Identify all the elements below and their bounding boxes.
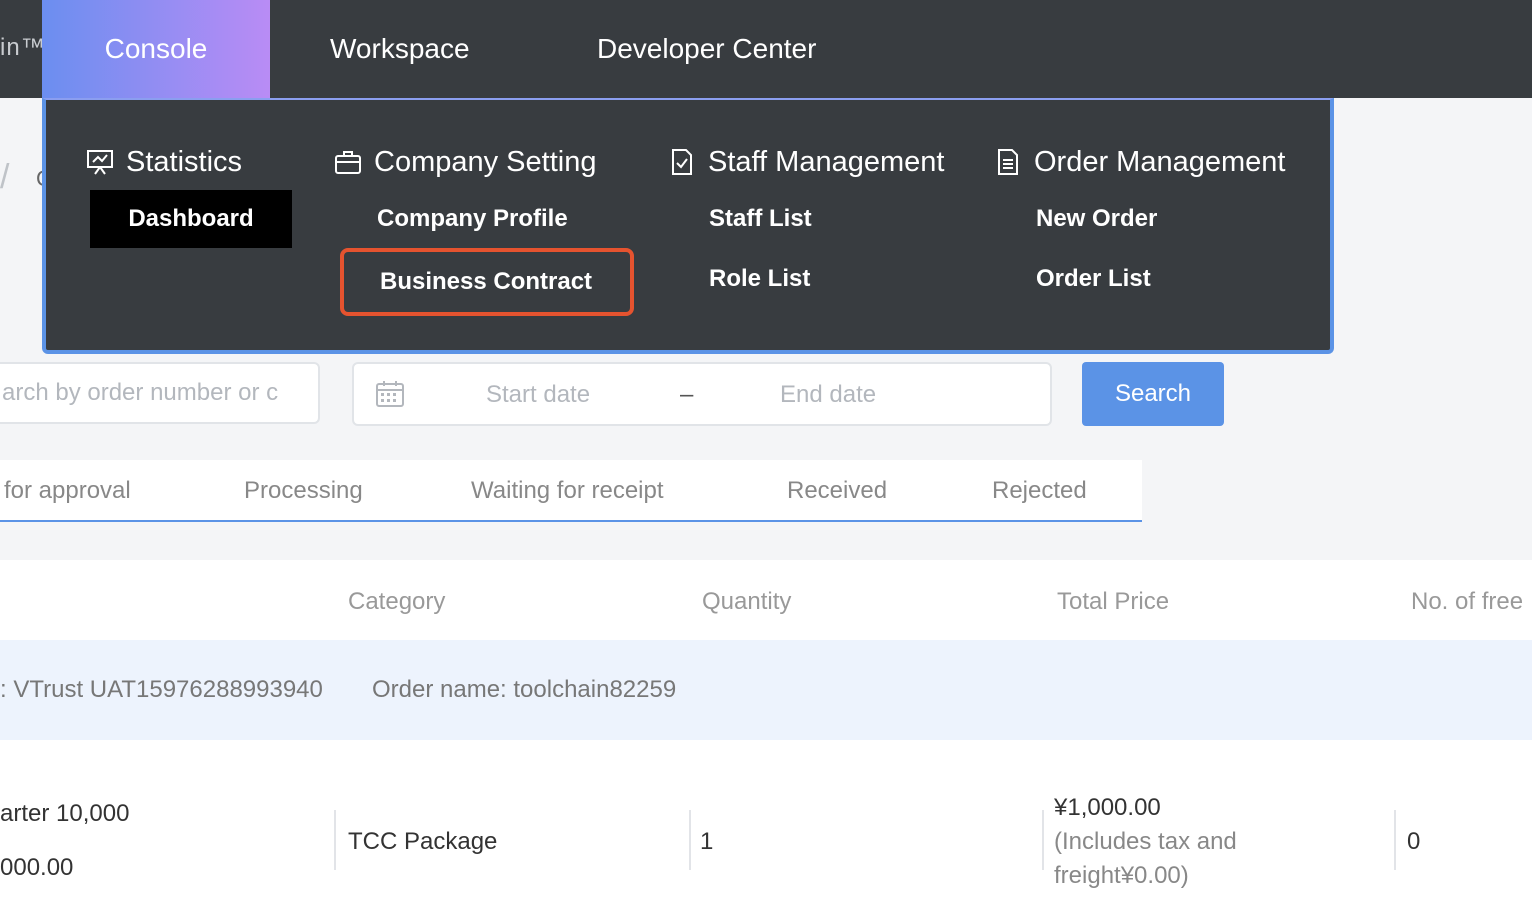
menu-link-new-order[interactable]: New Order [1036, 190, 1157, 248]
nav-workspace[interactable]: Workspace [330, 0, 470, 98]
search-button[interactable]: Search [1082, 362, 1224, 426]
nav-console[interactable]: Console [42, 0, 270, 98]
free-count-cell: 0 [1407, 828, 1421, 855]
quantity-cell: 1 [700, 828, 714, 855]
order-status-tabs: for approval Processing Waiting for rece… [0, 460, 1142, 522]
menu-link-company-profile[interactable]: Company Profile [377, 190, 568, 248]
company-name: : VTrust UAT15976288993940 [0, 676, 323, 703]
tab-rejected[interactable]: Rejected [992, 477, 1087, 505]
menu-link-order-list[interactable]: Order List [1036, 250, 1151, 308]
calendar-icon [376, 381, 404, 407]
tab-received[interactable]: Received [787, 477, 887, 505]
menu-heading-statistics: Statistics [86, 142, 242, 182]
order-table: Category Quantity Total Price No. of fre… [0, 560, 1532, 912]
nav-developer-center[interactable]: Developer Center [597, 0, 816, 98]
document-icon [998, 149, 1018, 175]
menu-heading-staff-management: Staff Management [668, 142, 944, 182]
date-range-picker[interactable]: Start date – End date [352, 362, 1052, 426]
header-category: Category [348, 588, 446, 615]
checklist-icon [672, 149, 692, 175]
column-divider [334, 810, 336, 870]
header-quantity: Quantity [702, 588, 792, 615]
date-range-dash: – [680, 381, 694, 408]
menu-column-statistics: Statistics [86, 142, 242, 182]
price-note-line2: freight¥0.00) [1054, 862, 1189, 889]
header-free-count: No. of free [1411, 588, 1524, 615]
menu-column-company-setting: Company Setting [334, 142, 596, 182]
menu-column-order-management: Order Management [994, 142, 1285, 182]
price-note-line1: (Includes tax and [1054, 828, 1237, 855]
logo[interactable]: in™ [0, 34, 46, 62]
search-input[interactable]: arch by order number or c [0, 362, 320, 424]
start-date-field[interactable]: Start date [486, 381, 590, 409]
breadcrumb-separator: / [0, 158, 10, 196]
end-date-field[interactable]: End date [780, 381, 876, 409]
menu-heading-company-setting: Company Setting [334, 142, 596, 182]
presentation-icon [87, 150, 113, 175]
console-mega-menu: Statistics Dashboard Company Setting Com… [42, 98, 1334, 354]
order-name: Order name: toolchain82259 [372, 676, 677, 703]
column-divider [1394, 810, 1396, 870]
header-total-price: Total Price [1057, 588, 1170, 615]
menu-link-staff-list[interactable]: Staff List [709, 190, 812, 248]
total-price-cell: ¥1,000.00 [1054, 794, 1161, 821]
column-divider [1042, 810, 1044, 870]
top-navigation-bar: in™ Console Workspace Developer Center [0, 0, 1532, 98]
briefcase-icon [335, 151, 361, 174]
tab-processing[interactable]: Processing [244, 477, 363, 505]
menu-link-role-list[interactable]: Role List [709, 250, 810, 308]
order-group-row: : VTrust UAT15976288993940 Order name: t… [0, 640, 1532, 740]
menu-link-business-contract[interactable]: Business Contract [340, 248, 634, 316]
menu-column-staff-management: Staff Management [668, 142, 944, 182]
column-divider [689, 810, 691, 870]
product-name: arter 10,000 [0, 800, 130, 827]
product-price: 000.00 [0, 854, 74, 881]
menu-heading-order-management: Order Management [994, 142, 1285, 182]
tab-waiting-for-receipt[interactable]: Waiting for receipt [471, 477, 664, 505]
menu-link-dashboard[interactable]: Dashboard [90, 190, 292, 248]
category-cell: TCC Package [348, 828, 498, 855]
tab-pending-approval[interactable]: for approval [4, 477, 131, 505]
